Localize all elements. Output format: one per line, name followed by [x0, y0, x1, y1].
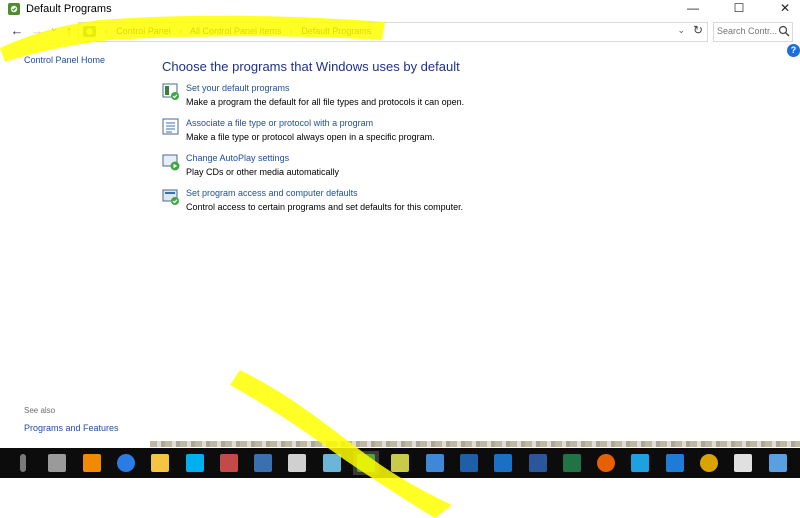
taskbar-button-excel[interactable] — [559, 451, 585, 475]
control-panel-home-link[interactable]: Control Panel Home — [24, 55, 105, 65]
set-default-programs-description: Make a program the default for all file … — [186, 97, 465, 107]
window-title: Default Programs — [26, 3, 112, 15]
taskbar-button-edge[interactable] — [662, 451, 688, 475]
taskbar-button-vlc[interactable] — [79, 451, 105, 475]
program-access-description: Control access to certain programs and s… — [186, 202, 464, 212]
refresh-button[interactable]: ↻ — [693, 23, 703, 37]
taskbar-button-photos[interactable] — [730, 451, 756, 475]
outlook-icon — [494, 454, 513, 472]
default-programs-taskbar-icon — [391, 454, 410, 472]
task-program-access: Set program access and computer defaults… — [162, 188, 582, 218]
search-box[interactable] — [713, 22, 793, 42]
taskbar-button-outlook[interactable] — [490, 451, 516, 475]
address-field[interactable]: › Control Panel › All Control Panel Item… — [78, 22, 708, 42]
taskbar-button-skype[interactable] — [182, 451, 208, 475]
taskbar-button-game[interactable] — [353, 451, 379, 475]
file-explorer-icon — [151, 454, 170, 472]
taskbar-button-word[interactable] — [525, 451, 551, 475]
word-icon — [528, 454, 547, 472]
address-bar: ← → ⌄ ↑ › Control Panel › All Control Pa… — [0, 20, 800, 44]
default-programs-app-icon — [8, 3, 20, 15]
programs-and-features-link[interactable]: Programs and Features — [24, 423, 119, 433]
back-button[interactable]: ← — [10, 23, 24, 38]
chrome-icon — [700, 454, 718, 472]
game-icon — [357, 454, 375, 472]
powershell-icon — [459, 454, 478, 472]
control-panel-location-icon — [83, 26, 96, 37]
vlc-icon — [82, 454, 101, 472]
close-button[interactable]: ✕ — [770, 0, 800, 18]
task-change-autoplay: Change AutoPlay settings Play CDs or oth… — [162, 153, 582, 183]
taskbar-button-microphone[interactable] — [10, 451, 36, 475]
set-default-programs-link[interactable]: Set your default programs — [186, 83, 290, 93]
network-icon — [219, 454, 238, 472]
program-access-link[interactable]: Set program access and computer defaults — [186, 188, 358, 198]
photos-icon — [734, 454, 753, 472]
see-also-label: See also — [24, 406, 56, 415]
autoplay-icon — [162, 154, 180, 171]
breadcrumb-control-panel[interactable]: Control Panel — [116, 26, 171, 36]
internet-explorer-icon — [631, 454, 650, 472]
change-autoplay-link[interactable]: Change AutoPlay settings — [186, 153, 289, 163]
program-access-icon — [162, 189, 179, 205]
title-bar: Default Programs — ☐ ✕ — [0, 0, 800, 18]
skype-icon — [185, 454, 204, 472]
default-programs-window: Default Programs — ☐ ✕ ← → ⌄ ↑ › Control… — [0, 0, 800, 447]
breadcrumb-separator-icon: › — [290, 27, 293, 36]
help-icon[interactable]: ? — [787, 44, 800, 57]
excel-icon — [562, 454, 581, 472]
microphone-icon — [20, 454, 26, 472]
taskbar-button-media[interactable] — [765, 451, 791, 475]
task-view-icon — [48, 454, 67, 472]
task-associate-file-type: Associate a file type or protocol with a… — [162, 118, 582, 148]
taskbar-button-network[interactable] — [216, 451, 242, 475]
breadcrumb-default-programs[interactable]: Default Programs — [301, 26, 371, 36]
taskbar — [0, 448, 800, 478]
maximize-button[interactable]: ☐ — [724, 0, 754, 18]
taskbar-button-firefox[interactable] — [593, 451, 619, 475]
page-heading: Choose the programs that Windows uses by… — [162, 59, 460, 74]
breadcrumb-separator-icon: › — [105, 27, 108, 36]
monitor-icon — [254, 454, 273, 472]
default-programs-icon — [162, 83, 179, 100]
taskbar-button-task-view[interactable] — [44, 451, 70, 475]
taskbar-button-remote-desktop[interactable] — [422, 451, 448, 475]
search-input[interactable] — [717, 24, 777, 38]
breadcrumb-separator-icon: › — [179, 27, 182, 36]
task-set-default-programs: Set your default programs Make a program… — [162, 83, 582, 113]
taskbar-button-powershell[interactable] — [456, 451, 482, 475]
taskbar-button-calculator[interactable] — [284, 451, 310, 475]
media-icon — [768, 454, 787, 472]
taskbar-button-default-programs-taskbar[interactable] — [387, 451, 413, 475]
calculator-icon — [288, 454, 307, 472]
associate-file-type-link[interactable]: Associate a file type or protocol with a… — [186, 118, 373, 128]
cortana-icon — [116, 454, 135, 472]
search-icon[interactable] — [778, 25, 790, 37]
forward-button[interactable]: → — [30, 23, 44, 38]
notepad-icon — [322, 454, 341, 472]
taskbar-button-cortana[interactable] — [113, 451, 139, 475]
edge-icon — [665, 454, 684, 472]
change-autoplay-description: Play CDs or other media automatically — [186, 167, 340, 177]
firefox-icon — [597, 454, 616, 472]
taskbar-button-chrome[interactable] — [696, 451, 722, 475]
up-button[interactable]: ↑ — [62, 23, 76, 38]
breadcrumb: › Control Panel › All Control Panel Item… — [99, 26, 371, 36]
recent-locations-button[interactable]: ⌄ — [47, 23, 61, 34]
taskbar-button-file-explorer[interactable] — [147, 451, 173, 475]
minimize-button[interactable]: — — [678, 0, 708, 18]
taskbar-button-notepad[interactable] — [319, 451, 345, 475]
overlay-noise-strip — [150, 441, 800, 447]
breadcrumb-all-items[interactable]: All Control Panel Items — [190, 26, 282, 36]
remote-desktop-icon — [425, 454, 444, 472]
taskbar-button-internet-explorer[interactable] — [627, 451, 653, 475]
file-association-icon — [162, 118, 179, 135]
address-dropdown-button[interactable]: ⌄ — [677, 25, 685, 36]
taskbar-button-monitor[interactable] — [250, 451, 276, 475]
associate-file-type-description: Make a file type or protocol always open… — [186, 132, 435, 142]
